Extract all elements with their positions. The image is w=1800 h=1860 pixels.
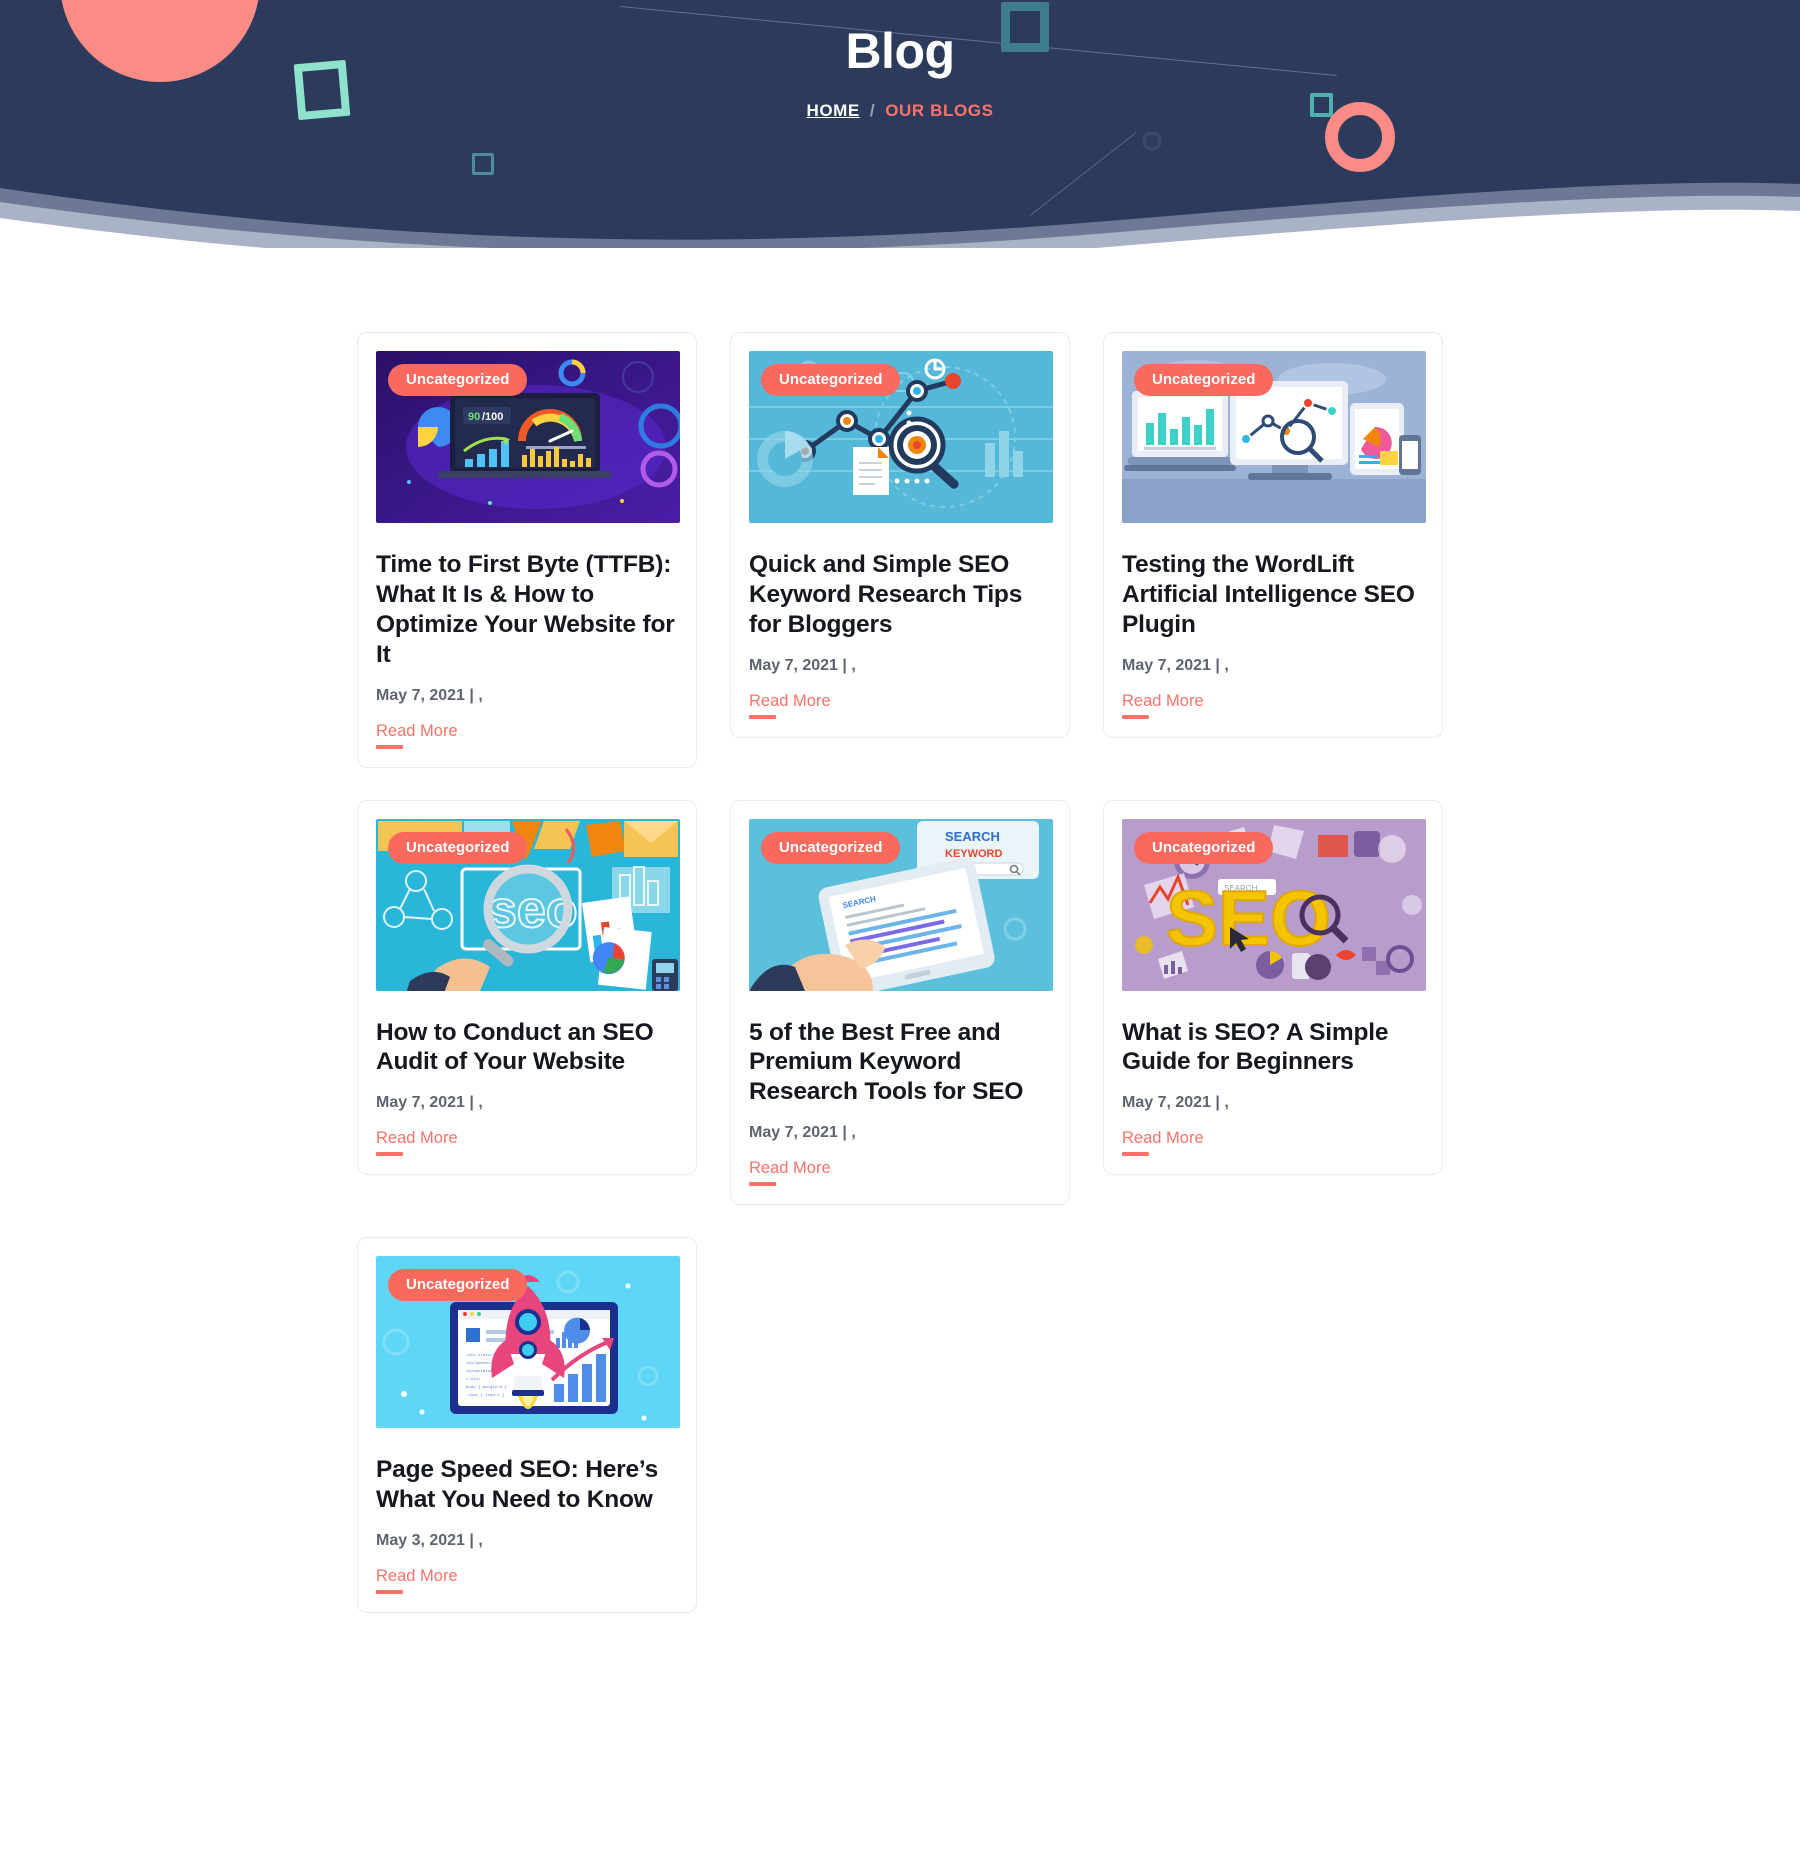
category-badge[interactable]: Uncategorized [1134, 831, 1274, 864]
svg-text:body { margin:0 }: body { margin:0 } [466, 1385, 507, 1390]
blog-card[interactable]: seo Uncategorized How to Conduct an SEO … [357, 799, 697, 1176]
blog-card-thumbnail[interactable]: <div class="hero"> <h1>speed</h1> <p>opt… [376, 1256, 680, 1429]
category-badge[interactable]: Uncategorized [1134, 364, 1274, 396]
blog-card-title[interactable]: Page Speed SEO: Here’s What You Need to … [376, 1455, 678, 1515]
blog-card-date: May 7, 2021 | , [749, 1124, 856, 1142]
svg-text:KEYWORD: KEYWORD [945, 848, 1003, 860]
blog-card[interactable]: 90 /100 Uncategorized Time to First Byte… [357, 332, 697, 768]
read-more-link[interactable]: Read More [1122, 1129, 1204, 1157]
blog-card-date: May 7, 2021 | , [1122, 656, 1229, 674]
read-more-link[interactable]: Read More [749, 1159, 831, 1187]
read-more-link[interactable]: Read More [376, 722, 458, 749]
blog-card-thumbnail[interactable]: seo Uncategorized [376, 818, 680, 991]
read-more-link[interactable]: Read More [376, 1129, 458, 1157]
blog-card-date: May 3, 2021 | , [376, 1531, 483, 1549]
read-more-link[interactable]: Read More [376, 1567, 458, 1594]
svg-text:.fast { load:1 }: .fast { load:1 } [466, 1393, 504, 1398]
blog-card-thumbnail[interactable]: 90 /100 Uncategorized [376, 351, 680, 523]
breadcrumb: HOME / OUR BLOGS [0, 101, 1800, 121]
faint-dot-decoration [1142, 131, 1162, 151]
category-badge[interactable]: Uncategorized [388, 1269, 528, 1302]
svg-text:SEARCH: SEARCH [945, 829, 1000, 844]
breadcrumb-home-link[interactable]: HOME [806, 101, 859, 120]
category-badge[interactable]: Uncategorized [388, 364, 528, 396]
page-hero: Blog HOME / OUR BLOGS [0, 0, 1800, 248]
hero-wave-divider [0, 182, 1800, 248]
blog-card-title[interactable]: Time to First Byte (TTFB): What It Is & … [376, 550, 678, 670]
blog-card[interactable]: SEARCH... SEO Uncategorized What is SEO?… [1103, 799, 1443, 1176]
blog-card-date: May 7, 2021 | , [376, 1094, 483, 1112]
blog-card-date: May 7, 2021 | , [1122, 1094, 1229, 1112]
category-badge[interactable]: Uncategorized [388, 831, 528, 864]
blog-card-title[interactable]: 5 of the Best Free and Premium Keyword R… [749, 1018, 1051, 1108]
blog-card-date: May 7, 2021 | , [376, 686, 483, 704]
breadcrumb-separator: / [869, 101, 876, 120]
blog-card-title[interactable]: Testing the WordLift Artificial Intellig… [1122, 550, 1424, 640]
blog-card-thumbnail[interactable]: Uncategorized [1122, 351, 1426, 523]
svg-text:90: 90 [468, 411, 480, 423]
blog-card[interactable]: SEARCH KEYWORD SEARCH Uncategorized 5 of… [730, 799, 1070, 1206]
blog-card-thumbnail[interactable]: SEARCH... SEO Uncategorized [1122, 818, 1426, 991]
breadcrumb-current: OUR BLOGS [885, 101, 994, 120]
blog-content: 90 /100 Uncategorized Time to First Byte… [0, 248, 1800, 1613]
page-title: Blog [845, 23, 955, 79]
svg-text:</div>: </div> [466, 1377, 481, 1382]
blog-card-thumbnail[interactable]: Uncategorized [749, 351, 1053, 523]
blog-card-grid: 90 /100 Uncategorized Time to First Byte… [357, 332, 1443, 1613]
blog-card[interactable]: Uncategorized Quick and Simple SEO Keywo… [730, 332, 1070, 738]
svg-text:/100: /100 [482, 411, 503, 423]
blog-card[interactable]: <div class="hero"> <h1>speed</h1> <p>opt… [357, 1237, 697, 1613]
read-more-link[interactable]: Read More [1122, 692, 1204, 719]
category-badge[interactable]: Uncategorized [761, 364, 901, 396]
blog-card-title[interactable]: How to Conduct an SEO Audit of Your Webs… [376, 1018, 678, 1078]
svg-text:SEO: SEO [1166, 874, 1331, 962]
blog-card-title[interactable]: Quick and Simple SEO Keyword Research Ti… [749, 550, 1051, 640]
read-more-link[interactable]: Read More [749, 692, 831, 719]
category-badge[interactable]: Uncategorized [761, 831, 901, 864]
blog-card-title[interactable]: What is SEO? A Simple Guide for Beginner… [1122, 1018, 1424, 1078]
blog-card[interactable]: Uncategorized Testing the WordLift Artif… [1103, 332, 1443, 738]
blog-card-date: May 7, 2021 | , [749, 656, 856, 674]
blog-card-thumbnail[interactable]: SEARCH KEYWORD SEARCH Uncategorized [749, 818, 1053, 991]
